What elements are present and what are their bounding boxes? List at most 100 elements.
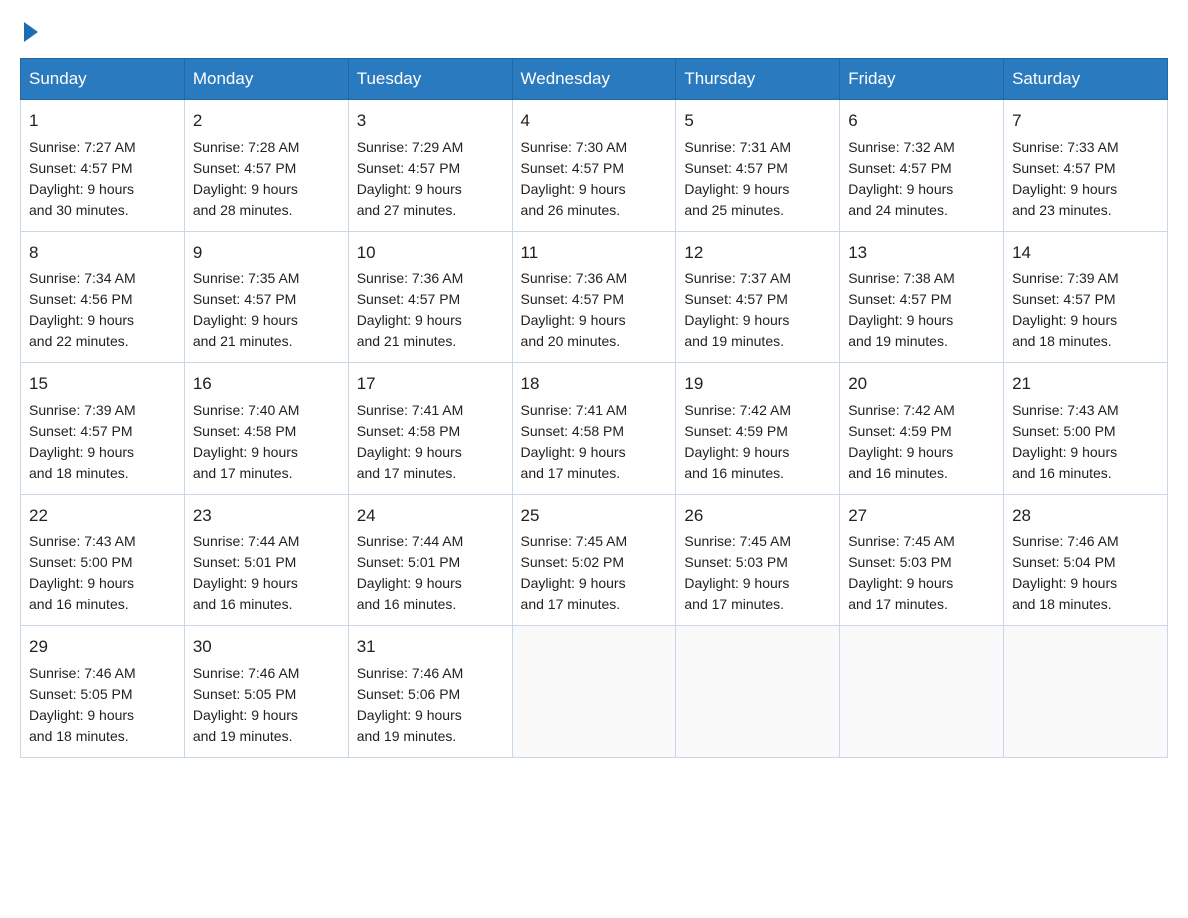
day-header-sunday: Sunday [21,59,185,100]
daylight-minutes: and 30 minutes. [29,202,129,218]
daylight-minutes: and 19 minutes. [193,728,293,744]
sunrise-label: Sunrise: 7:45 AM [521,533,628,549]
sunset-label: Sunset: 4:57 PM [848,160,952,176]
day-number: 6 [848,108,995,134]
calendar-cell: 4 Sunrise: 7:30 AM Sunset: 4:57 PM Dayli… [512,100,676,232]
sunrise-label: Sunrise: 7:44 AM [193,533,300,549]
calendar-cell: 12 Sunrise: 7:37 AM Sunset: 4:57 PM Dayl… [676,231,840,363]
calendar-cell: 28 Sunrise: 7:46 AM Sunset: 5:04 PM Dayl… [1004,494,1168,626]
day-header-wednesday: Wednesday [512,59,676,100]
calendar-cell: 25 Sunrise: 7:45 AM Sunset: 5:02 PM Dayl… [512,494,676,626]
calendar-cell: 11 Sunrise: 7:36 AM Sunset: 4:57 PM Dayl… [512,231,676,363]
day-header-monday: Monday [184,59,348,100]
sunrise-label: Sunrise: 7:39 AM [29,402,136,418]
sunset-label: Sunset: 4:57 PM [193,291,297,307]
sunset-label: Sunset: 5:00 PM [29,554,133,570]
calendar-cell: 5 Sunrise: 7:31 AM Sunset: 4:57 PM Dayli… [676,100,840,232]
daylight-label: Daylight: 9 hours [848,181,953,197]
calendar-cell: 16 Sunrise: 7:40 AM Sunset: 4:58 PM Dayl… [184,363,348,495]
daylight-minutes: and 28 minutes. [193,202,293,218]
daylight-minutes: and 17 minutes. [848,596,948,612]
daylight-minutes: and 26 minutes. [521,202,621,218]
day-number: 1 [29,108,176,134]
daylight-minutes: and 17 minutes. [521,465,621,481]
sunset-label: Sunset: 4:57 PM [357,291,461,307]
daylight-minutes: and 18 minutes. [29,465,129,481]
sunrise-label: Sunrise: 7:39 AM [1012,270,1119,286]
daylight-minutes: and 16 minutes. [1012,465,1112,481]
sunrise-label: Sunrise: 7:41 AM [357,402,464,418]
sunrise-label: Sunrise: 7:40 AM [193,402,300,418]
sunset-label: Sunset: 5:05 PM [29,686,133,702]
sunrise-label: Sunrise: 7:27 AM [29,139,136,155]
daylight-label: Daylight: 9 hours [684,444,789,460]
calendar-cell: 10 Sunrise: 7:36 AM Sunset: 4:57 PM Dayl… [348,231,512,363]
daylight-minutes: and 21 minutes. [193,333,293,349]
day-number: 8 [29,240,176,266]
daylight-label: Daylight: 9 hours [848,312,953,328]
daylight-minutes: and 17 minutes. [357,465,457,481]
calendar-cell: 26 Sunrise: 7:45 AM Sunset: 5:03 PM Dayl… [676,494,840,626]
sunrise-label: Sunrise: 7:33 AM [1012,139,1119,155]
daylight-minutes: and 21 minutes. [357,333,457,349]
calendar-cell: 17 Sunrise: 7:41 AM Sunset: 4:58 PM Dayl… [348,363,512,495]
logo-arrow-icon [24,22,38,42]
calendar-cell: 7 Sunrise: 7:33 AM Sunset: 4:57 PM Dayli… [1004,100,1168,232]
sunset-label: Sunset: 4:57 PM [521,160,625,176]
sunrise-label: Sunrise: 7:46 AM [193,665,300,681]
calendar-cell [1004,626,1168,758]
day-number: 10 [357,240,504,266]
sunset-label: Sunset: 4:57 PM [684,291,788,307]
day-number: 2 [193,108,340,134]
sunset-label: Sunset: 5:02 PM [521,554,625,570]
sunrise-label: Sunrise: 7:31 AM [684,139,791,155]
sunset-label: Sunset: 4:57 PM [848,291,952,307]
calendar-cell: 8 Sunrise: 7:34 AM Sunset: 4:56 PM Dayli… [21,231,185,363]
logo [20,20,38,38]
day-header-friday: Friday [840,59,1004,100]
daylight-minutes: and 27 minutes. [357,202,457,218]
sunrise-label: Sunrise: 7:32 AM [848,139,955,155]
daylight-label: Daylight: 9 hours [357,181,462,197]
sunset-label: Sunset: 4:58 PM [357,423,461,439]
calendar-cell: 14 Sunrise: 7:39 AM Sunset: 4:57 PM Dayl… [1004,231,1168,363]
page-header [20,20,1168,38]
calendar-cell [512,626,676,758]
daylight-label: Daylight: 9 hours [29,575,134,591]
daylight-label: Daylight: 9 hours [521,312,626,328]
calendar-cell: 20 Sunrise: 7:42 AM Sunset: 4:59 PM Dayl… [840,363,1004,495]
sunrise-label: Sunrise: 7:45 AM [848,533,955,549]
daylight-minutes: and 22 minutes. [29,333,129,349]
daylight-minutes: and 16 minutes. [357,596,457,612]
daylight-label: Daylight: 9 hours [357,707,462,723]
sunset-label: Sunset: 4:57 PM [29,423,133,439]
daylight-minutes: and 19 minutes. [684,333,784,349]
calendar-cell [840,626,1004,758]
day-number: 9 [193,240,340,266]
sunrise-label: Sunrise: 7:38 AM [848,270,955,286]
calendar-cell: 31 Sunrise: 7:46 AM Sunset: 5:06 PM Dayl… [348,626,512,758]
daylight-label: Daylight: 9 hours [193,181,298,197]
sunset-label: Sunset: 5:01 PM [357,554,461,570]
daylight-label: Daylight: 9 hours [29,312,134,328]
sunrise-label: Sunrise: 7:46 AM [29,665,136,681]
day-number: 25 [521,503,668,529]
sunset-label: Sunset: 4:57 PM [1012,291,1116,307]
sunset-label: Sunset: 5:06 PM [357,686,461,702]
daylight-label: Daylight: 9 hours [357,312,462,328]
sunset-label: Sunset: 4:57 PM [684,160,788,176]
daylight-minutes: and 24 minutes. [848,202,948,218]
sunrise-label: Sunrise: 7:37 AM [684,270,791,286]
day-number: 30 [193,634,340,660]
calendar-cell: 13 Sunrise: 7:38 AM Sunset: 4:57 PM Dayl… [840,231,1004,363]
daylight-minutes: and 19 minutes. [848,333,948,349]
daylight-label: Daylight: 9 hours [29,707,134,723]
daylight-label: Daylight: 9 hours [193,312,298,328]
daylight-label: Daylight: 9 hours [193,707,298,723]
daylight-label: Daylight: 9 hours [521,575,626,591]
day-number: 12 [684,240,831,266]
daylight-label: Daylight: 9 hours [848,444,953,460]
sunset-label: Sunset: 4:59 PM [684,423,788,439]
day-header-saturday: Saturday [1004,59,1168,100]
sunrise-label: Sunrise: 7:43 AM [1012,402,1119,418]
